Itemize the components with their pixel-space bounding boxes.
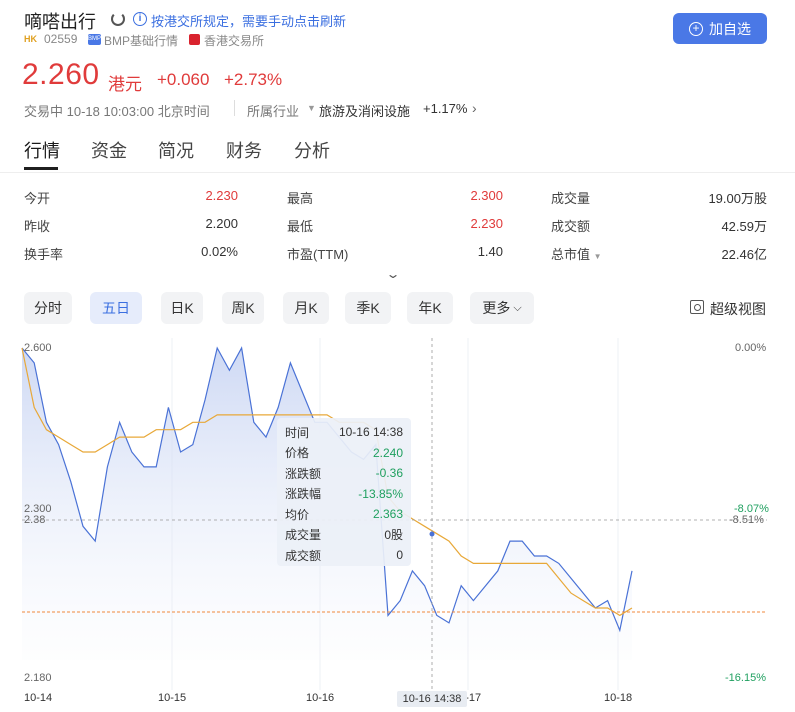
tab-financials[interactable]: 财务 xyxy=(226,137,262,163)
date-label-10-18: 10-18 xyxy=(604,692,633,704)
pct-axis-top: 0.00% xyxy=(735,342,767,354)
stat-turnover-value: 42.59万 xyxy=(721,219,767,234)
industry-arrow-icon: ▼ xyxy=(307,103,316,113)
stock-title: 嘀嗒出行 xyxy=(24,12,96,32)
crosshair-pct-label: -8.51% xyxy=(729,514,764,526)
tooltip-label: 价格 xyxy=(285,446,310,461)
period-intraday[interactable]: 分时 xyxy=(24,292,72,324)
current-price: 2.260 xyxy=(22,58,100,91)
trading-status: 交易中 10-18 10:03:00 北京时间 xyxy=(24,104,210,119)
tooltip-row-price: 价格 2.240 xyxy=(285,443,403,464)
industry-name[interactable]: 旅游及消闲设施 xyxy=(319,101,410,120)
period-monthly-k[interactable]: 月K xyxy=(283,292,329,324)
bmp-icon: BMP xyxy=(88,34,101,45)
plus-icon: + xyxy=(689,21,703,36)
refresh-notice[interactable]: 按港交所规定，需要手动点击刷新 xyxy=(151,11,346,30)
tooltip-label: 均价 xyxy=(285,507,310,522)
tooltip-row-avg: 均价 2.363 xyxy=(285,504,403,525)
tooltip-label: 涨跌幅 xyxy=(285,487,322,502)
chart-tooltip: 时间 10-16 14:38 价格 2.240 涨跌额 -0.36 涨跌幅 -13.85… xyxy=(277,418,411,566)
super-view-button[interactable]: 超级视图 xyxy=(710,299,766,319)
stat-high-label: 最高 xyxy=(287,191,314,206)
add-watchlist-label: 加自选 xyxy=(709,20,751,37)
stat-low-label: 最低 xyxy=(287,219,314,234)
period-more-label: 更多 xyxy=(482,300,511,316)
marketcap-label-text: 总市值 xyxy=(551,247,591,262)
stat-pe-value: 1.40 xyxy=(477,244,503,259)
stat-low-value: 2.230 xyxy=(470,216,503,231)
tooltip-row-change: 涨跌额 -0.36 xyxy=(285,463,403,484)
tab-quote[interactable]: 行情 xyxy=(24,137,60,163)
stock-code: 02559 xyxy=(44,32,78,46)
refresh-icon[interactable] xyxy=(111,12,125,26)
tooltip-value: 0股 xyxy=(384,528,403,543)
period-five-day[interactable]: 五日 xyxy=(90,292,142,324)
tab-analysis[interactable]: 分析 xyxy=(294,137,330,163)
date-label-10-16: 10-16 xyxy=(306,692,335,704)
exchange-label: 香港交易所 xyxy=(204,34,265,48)
chevron-right-icon[interactable]: › xyxy=(472,100,477,116)
tooltip-row-change-pct: 涨跌幅 -13.85% xyxy=(285,484,403,505)
price-change: +0.060 xyxy=(157,70,210,89)
date-label-10-14: 10-14 xyxy=(24,692,53,704)
hk-market-badge: HK xyxy=(24,34,37,44)
stat-volume-value: 19.00万股 xyxy=(708,191,767,206)
period-more-dropdown[interactable]: 更多 ⌵ xyxy=(470,292,534,324)
stat-high-value: 2.300 xyxy=(470,188,503,203)
hkex-icon xyxy=(189,34,200,45)
super-view-icon[interactable] xyxy=(690,300,704,314)
y-axis-top: 2.600 xyxy=(24,342,52,354)
stat-open-value: 2.230 xyxy=(205,188,238,203)
marketcap-dropdown-icon: ▼ xyxy=(593,252,602,261)
stat-prevclose-label: 昨收 xyxy=(24,219,51,234)
period-quarterly-k[interactable]: 季K xyxy=(345,292,391,324)
info-icon: i xyxy=(133,12,147,26)
tooltip-value: 2.240 xyxy=(372,445,403,460)
period-weekly-k[interactable]: 周K xyxy=(222,292,264,324)
tooltip-value: 10-16 14:38 xyxy=(338,425,403,440)
stat-volume-label: 成交量 xyxy=(551,191,591,206)
stat-marketcap-value: 22.46亿 xyxy=(721,247,767,262)
bmp-quote-label: BMP基础行情 xyxy=(104,34,179,48)
industry-change-pct[interactable]: +1.17% xyxy=(423,101,467,116)
crosshair-date-label: 10-16 14:38 xyxy=(397,691,467,707)
tooltip-value: 2.363 xyxy=(372,507,403,522)
stat-prevclose-value: 2.200 xyxy=(205,216,238,231)
tooltip-label: 成交额 xyxy=(285,548,322,563)
tab-profile[interactable]: 简况 xyxy=(158,137,194,163)
stat-turnover-rate-label: 换手率 xyxy=(24,247,64,262)
expand-chevron-icon[interactable]: ⌄ xyxy=(385,267,400,281)
chevron-down-icon: ⌵ xyxy=(513,301,522,314)
tooltip-label: 时间 xyxy=(285,425,310,440)
crosshair-point xyxy=(429,531,435,537)
industry-label: 所属行业 xyxy=(247,104,300,119)
currency-label: 港元 xyxy=(108,75,142,94)
status-divider xyxy=(234,100,235,116)
tab-capital[interactable]: 资金 xyxy=(91,137,127,163)
tooltip-value: -13.85% xyxy=(358,486,403,501)
add-watchlist-button[interactable]: + 加自选 xyxy=(673,13,767,44)
stat-turnover-rate-value: 0.02% xyxy=(201,244,238,259)
y-axis-bottom: 2.180 xyxy=(24,672,52,684)
tooltip-value: 0 xyxy=(396,548,403,563)
tab-active-underline xyxy=(24,167,58,170)
stat-open-label: 今开 xyxy=(24,191,51,206)
tooltip-row-volume: 成交量 0股 xyxy=(285,525,403,546)
tooltip-value: -0.36 xyxy=(375,466,403,481)
tooltip-row-time: 时间 10-16 14:38 xyxy=(285,422,403,443)
stat-pe-label: 市盈(TTM) xyxy=(287,247,349,262)
stat-turnover-label: 成交额 xyxy=(551,219,591,234)
period-daily-k[interactable]: 日K xyxy=(161,292,203,324)
date-label-10-15: 10-15 xyxy=(158,692,187,704)
crosshair-price-label: 2.38 xyxy=(24,514,46,526)
tooltip-label: 涨跌额 xyxy=(285,466,322,481)
pct-axis-bottom: -16.15% xyxy=(725,672,766,684)
tooltip-label: 成交量 xyxy=(285,528,322,543)
stat-marketcap-label[interactable]: 总市值 ▼ xyxy=(551,244,602,263)
period-yearly-k[interactable]: 年K xyxy=(407,292,453,324)
tooltip-row-amount: 成交额 0 xyxy=(285,545,403,566)
tabs-divider xyxy=(0,172,795,173)
price-change-pct: +2.73% xyxy=(224,70,283,89)
